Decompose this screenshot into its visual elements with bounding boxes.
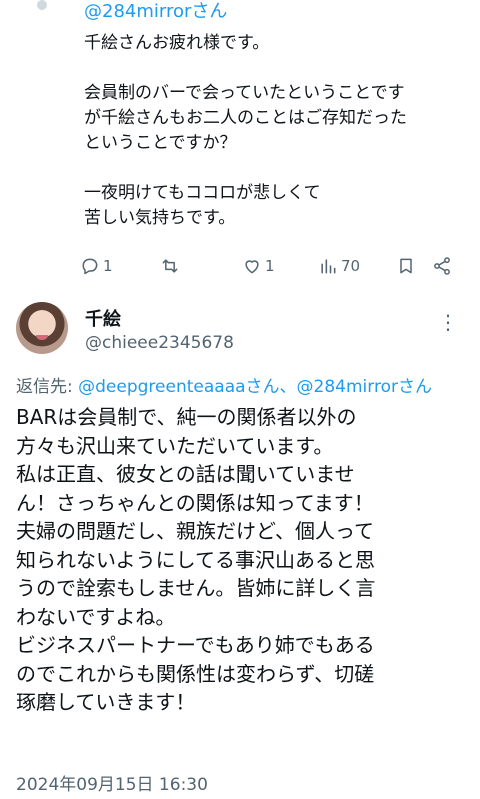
body-line: ビジネスパートナーでもあり姉でもある [16,633,375,657]
reply-icon [82,258,98,275]
retweet-icon [162,259,178,273]
replying-to-line: 返信先: @deepgreenteaaaaさん、@284mirrorさん [16,372,432,397]
thread-connector-dot [37,0,47,10]
body-line: のでこれからも関係性は変わらず、切磋 [16,661,375,686]
timestamp[interactable]: 2024年09月15日 16:30 [16,770,208,795]
like-count: 1 [265,257,275,275]
share-action[interactable] [432,256,452,276]
user-handle[interactable]: @chieee2345678 [85,333,234,353]
bookmark-icon [400,258,412,274]
body-line: 知られないようにしてる事沢山あると思 [16,547,375,572]
parent-action-bar: 1 1 70 [80,254,466,278]
replying-to-mentions[interactable]: @deepgreenteaaaaさん、@284mirrorさん [78,377,432,397]
more-options-icon[interactable]: ⋮ [438,312,458,332]
display-name[interactable]: 千絵 [85,305,121,331]
reply-count: 1 [103,257,113,275]
body-line: わないですよね。 [16,604,176,629]
body-line: うので詮索もしません。皆姉に詳しく言 [16,576,376,600]
body-line: 方々も沢山来ていただいています。 [16,433,334,458]
like-action[interactable]: 1 [242,256,275,276]
body-line: 琢磨していきます！ [16,690,196,714]
heart-icon [245,260,259,274]
replying-to-label: 返信先: [16,377,79,397]
body-line: ん！さっちゃんとの関係は知ってます！ [16,490,374,515]
retweet-action[interactable] [160,256,183,276]
bookmark-action[interactable] [396,256,416,276]
share-icon [434,257,450,275]
views-chart-icon [321,259,336,274]
body-line: BARは会員制で、純一の関係者以外の [16,405,357,429]
reply-tweet-body: BARは会員制で、純一の関係者以外の 方々も沢山来ていただいています。 私は正直… [16,403,466,717]
reply-action[interactable]: 1 [80,256,113,276]
parent-tweet-body: 千絵さんお疲れ様です。 会員制のバーで会っていたということです が千絵さんもお二… [84,33,407,228]
avatar[interactable] [16,302,68,354]
parent-reply-handle[interactable]: @284mirrorさん [84,1,466,23]
parent-tweet[interactable]: @284mirrorさん 千絵さんお疲れ様です。 会員制のバーで会っていたという… [84,0,466,231]
views-action[interactable]: 70 [318,256,360,276]
body-line: 私は正直、彼女との話は聞いていませ [16,462,355,486]
body-line: 夫婦の問題だし、親族だけど、個人って [16,519,374,543]
view-count: 70 [341,257,361,275]
